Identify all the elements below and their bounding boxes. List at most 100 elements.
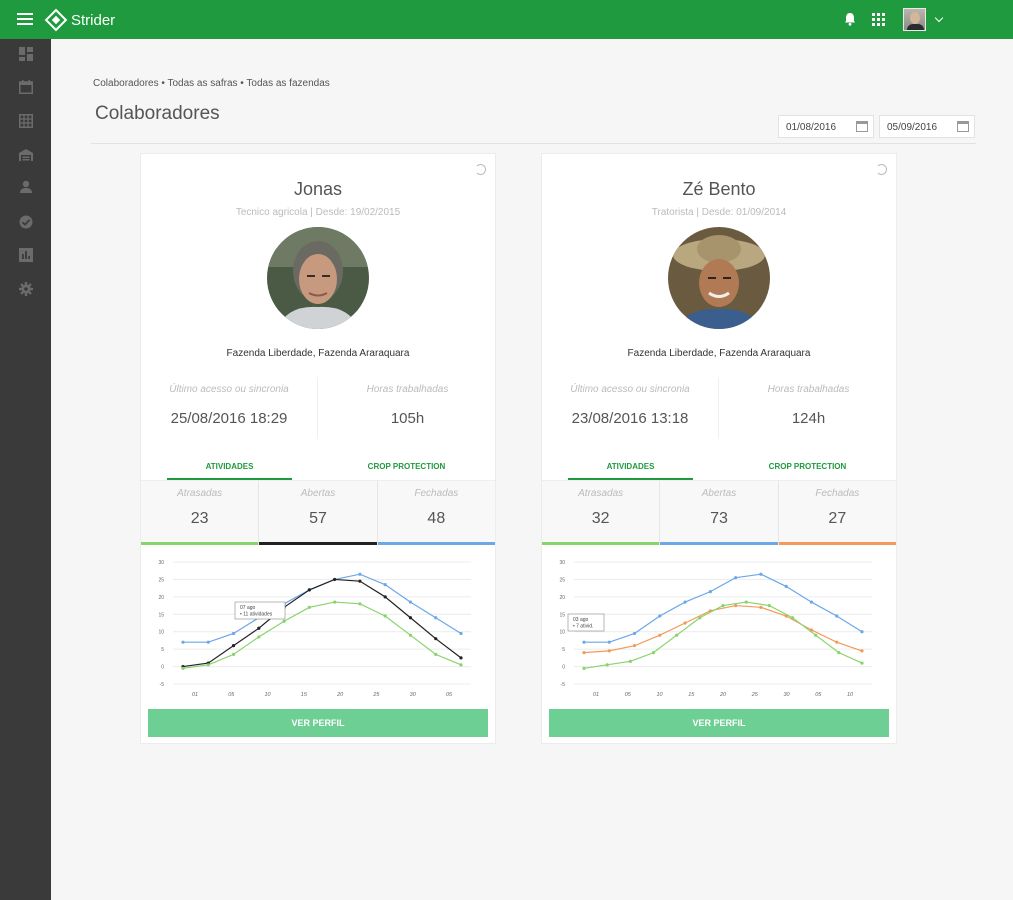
x-tick-label: 10 (656, 692, 663, 698)
data-point (759, 572, 763, 576)
calendar-icon[interactable] (957, 121, 969, 132)
open-count[interactable]: Abertas 73 (660, 481, 779, 545)
data-point (784, 584, 788, 588)
warehouse-icon[interactable] (19, 148, 33, 162)
data-point (582, 666, 586, 670)
data-point (698, 616, 702, 620)
view-profile-button[interactable]: VER PERFIL (148, 709, 488, 737)
late-value: 32 (591, 510, 610, 527)
collaborator-card: Jonas Tecnico agricola | Desde: 19/02/20… (140, 153, 496, 744)
data-point (632, 631, 637, 636)
data-point (767, 603, 771, 608)
hamburger-menu-icon[interactable] (17, 13, 33, 26)
calendar-icon[interactable] (856, 121, 868, 132)
data-point (582, 651, 586, 655)
data-point (434, 616, 438, 620)
chevron-down-icon[interactable] (934, 13, 944, 23)
grid-icon[interactable] (19, 114, 33, 128)
data-point (734, 576, 738, 580)
tab-activities[interactable]: ATIVIDADES (167, 457, 292, 481)
x-tick-label: 05 (446, 692, 453, 698)
closed-count[interactable]: Fechadas 27 (778, 481, 896, 545)
collaborator-card: Zé Bento Tratorista | Desde: 01/09/2014 … (541, 153, 897, 744)
refresh-icon[interactable] (475, 164, 486, 175)
tooltip-date: 07 ago (240, 605, 256, 611)
activity-chart[interactable]: 30 25 20 15 10 5 0 -5 01 05 10 15 20 25 30 05 07 ago• 11… (141, 550, 497, 705)
check-circle-icon[interactable] (19, 215, 33, 229)
y-tick-label: 20 (158, 595, 164, 601)
refresh-icon[interactable] (876, 164, 887, 175)
date-to-field[interactable]: 05/09/2016 (879, 115, 975, 138)
date-from-field[interactable]: 01/08/2016 (778, 115, 874, 138)
closed-count[interactable]: Fechadas 48 (377, 481, 495, 545)
view-profile-button[interactable]: VER PERFIL (549, 709, 889, 737)
data-point (358, 579, 362, 583)
last-access-label: Último acesso ou sincronia (570, 384, 690, 395)
x-tick-label: 15 (301, 692, 308, 698)
last-access-value: 25/08/2016 18:29 (170, 410, 288, 427)
hours-block: Horas trabalhadas 105h (319, 377, 496, 439)
date-to-value: 05/09/2016 (887, 122, 938, 133)
data-point (860, 630, 864, 634)
breadcrumb[interactable]: Colaboradores • Todas as safras • Todas … (93, 78, 330, 89)
data-point (835, 640, 839, 644)
data-point (383, 614, 387, 618)
report-icon[interactable] (19, 248, 33, 262)
data-point (734, 603, 738, 608)
data-point (383, 583, 387, 587)
y-tick-label: 20 (559, 595, 565, 601)
data-point (683, 621, 687, 625)
tab-crop-protection[interactable]: CROP PROTECTION (745, 457, 870, 481)
data-point (333, 577, 337, 582)
data-point (358, 602, 362, 606)
strider-logo-icon (44, 8, 68, 32)
y-tick-label: 15 (158, 612, 164, 618)
last-access-block: Último acesso ou sincronia 25/08/2016 18… (141, 377, 318, 439)
x-tick-label: 10 (265, 692, 272, 698)
data-point (434, 637, 438, 641)
y-tick-label: 25 (559, 577, 565, 583)
farms-text: Fazenda Liberdade, Fazenda Araraquara (627, 348, 811, 359)
series-line (182, 601, 462, 669)
x-tick-label: 15 (688, 692, 695, 698)
data-point (708, 590, 712, 594)
brand[interactable]: Strider (44, 8, 115, 32)
tab-activities[interactable]: ATIVIDADES (568, 457, 693, 481)
data-point (860, 649, 864, 653)
last-access-label: Último acesso ou sincronia (169, 384, 289, 395)
apps-grid-icon[interactable] (872, 13, 885, 26)
hours-value: 105h (390, 410, 425, 427)
hours-value: 124h (791, 410, 826, 427)
calendar-icon[interactable] (19, 80, 33, 94)
x-tick-label: 05 (625, 692, 632, 698)
y-tick-label: 5 (562, 647, 565, 653)
x-tick-label: 01 (192, 692, 198, 698)
data-point (814, 633, 818, 637)
person-icon[interactable] (19, 180, 33, 194)
x-tick-label: 30 (410, 692, 417, 698)
gear-icon[interactable] (19, 282, 33, 296)
data-point (658, 614, 662, 618)
activity-counts: Atrasadas 32 Abertas 73 Fechadas 27 (542, 480, 896, 545)
late-label: Atrasadas (177, 488, 223, 499)
data-point (206, 640, 210, 644)
open-label: Abertas (701, 488, 737, 499)
late-count[interactable]: Atrasadas 23 (141, 481, 260, 545)
dashboard-icon[interactable] (19, 47, 33, 61)
open-value: 57 (309, 510, 327, 527)
data-point (607, 640, 611, 644)
bell-icon[interactable] (844, 12, 856, 26)
late-count[interactable]: Atrasadas 32 (542, 481, 661, 545)
late-bar (141, 542, 259, 545)
closed-label: Fechadas (815, 488, 860, 499)
user-avatar[interactable] (903, 8, 926, 31)
data-point (181, 640, 185, 644)
y-tick-label: 25 (158, 577, 164, 583)
data-point (383, 595, 387, 599)
page-title: Colaboradores (95, 103, 220, 124)
tab-crop-protection[interactable]: CROP PROTECTION (344, 457, 469, 481)
activity-chart[interactable]: 30 25 20 15 10 5 0 -5 01 05 10 15 20 25 30 05 10 03 ago• … (542, 550, 898, 705)
x-tick-label: 20 (336, 692, 344, 698)
y-tick-label: 0 (161, 665, 164, 671)
open-count[interactable]: Abertas 57 (259, 481, 378, 545)
